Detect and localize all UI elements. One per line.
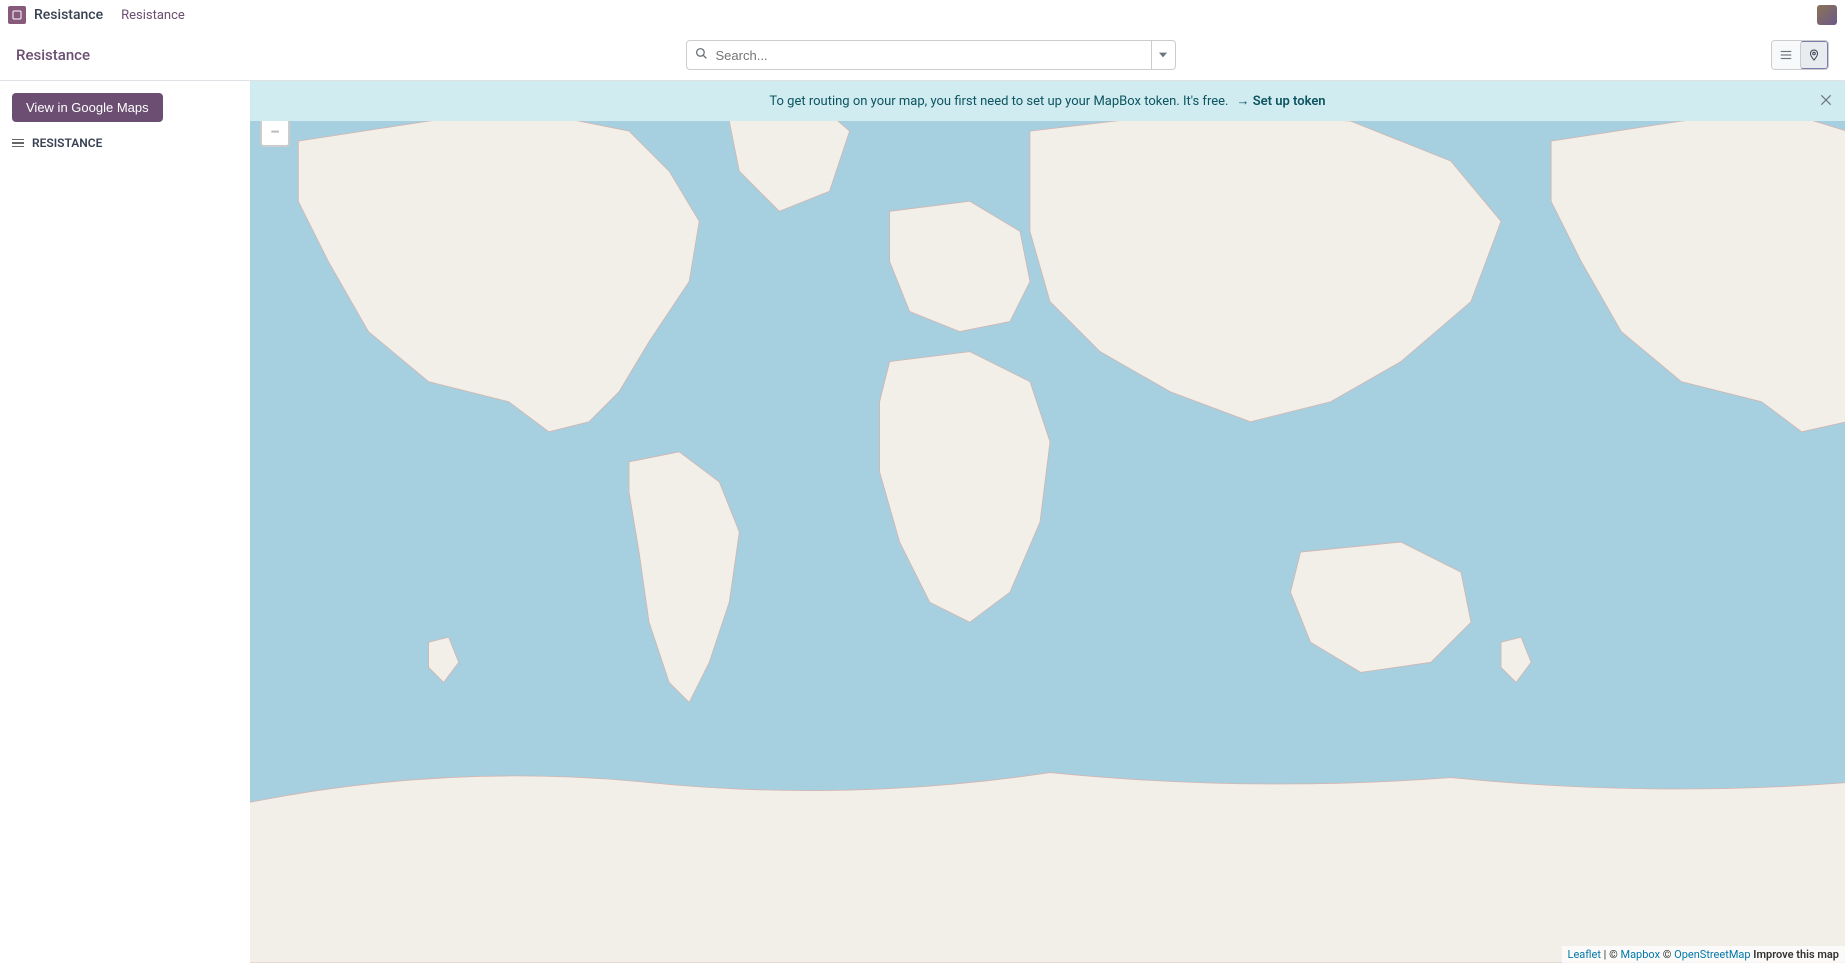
nav-menu-resistance[interactable]: Resistance: [121, 8, 185, 23]
main-content: View in Google Maps RESISTANCE To get ro…: [0, 80, 1845, 963]
world-map-tiles: [250, 81, 1845, 963]
list-icon: [12, 139, 24, 148]
user-avatar[interactable]: [1817, 5, 1837, 25]
setup-token-link[interactable]: → Set up token: [1236, 93, 1325, 109]
search-box[interactable]: [686, 40, 1176, 70]
search-dropdown-toggle[interactable]: [1151, 41, 1175, 69]
map[interactable]: To get routing on your map, you first ne…: [250, 81, 1845, 963]
search-input[interactable]: [716, 48, 1151, 63]
alert-close-button[interactable]: [1819, 91, 1833, 112]
list-view-button[interactable]: [1772, 41, 1800, 69]
control-bar: Resistance: [0, 30, 1845, 80]
breadcrumb: Resistance: [16, 46, 90, 64]
map-routing-alert: To get routing on your map, you first ne…: [250, 81, 1845, 121]
app-name[interactable]: Resistance: [34, 7, 103, 23]
sidebar: View in Google Maps RESISTANCE: [0, 81, 250, 963]
osm-link[interactable]: OpenStreetMap: [1674, 948, 1750, 961]
search-icon: [687, 47, 716, 64]
map-view-button[interactable]: [1800, 41, 1828, 69]
mapbox-link[interactable]: Mapbox: [1620, 948, 1660, 961]
sidebar-item-label: RESISTANCE: [32, 136, 102, 150]
view-switcher: [1771, 40, 1829, 70]
leaflet-link[interactable]: Leaflet: [1568, 948, 1601, 961]
view-in-google-maps-button[interactable]: View in Google Maps: [12, 93, 163, 122]
sidebar-item-resistance[interactable]: RESISTANCE: [12, 134, 238, 152]
alert-message: To get routing on your map, you first ne…: [769, 94, 1228, 109]
app-icon[interactable]: [8, 6, 26, 24]
map-attribution: Leaflet | © Mapbox © OpenStreetMap Impro…: [1562, 946, 1845, 963]
improve-map-link[interactable]: Improve this map: [1751, 948, 1839, 961]
zoom-out-button[interactable]: −: [262, 119, 288, 145]
top-nav: Resistance Resistance: [0, 0, 1845, 30]
